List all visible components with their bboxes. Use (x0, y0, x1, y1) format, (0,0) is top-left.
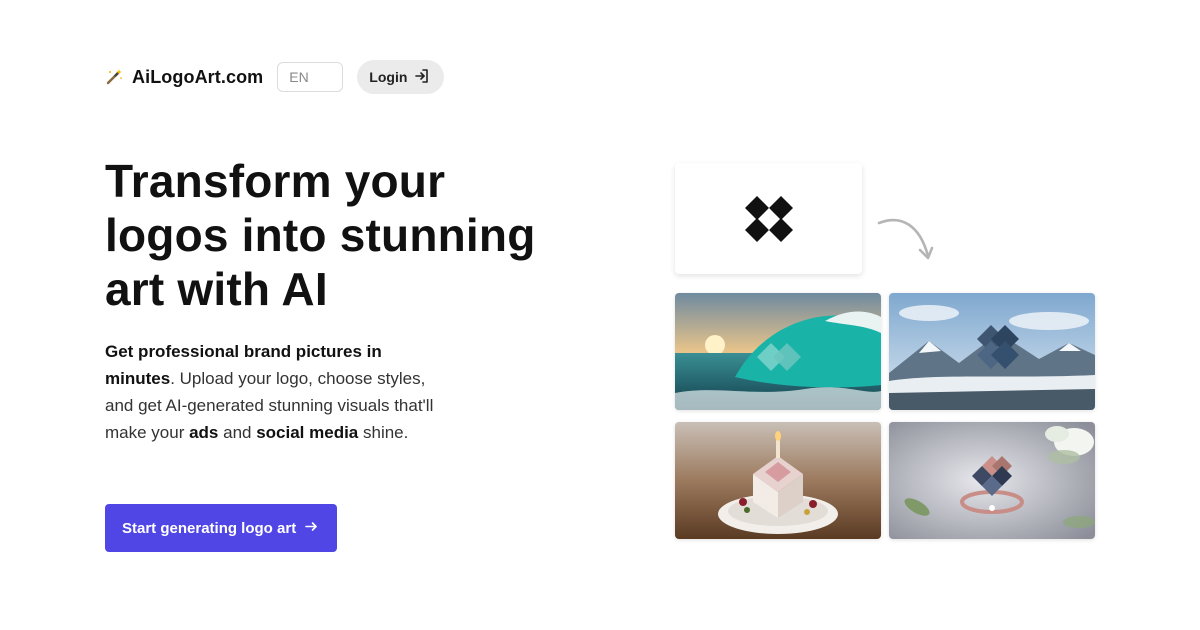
example-ocean-wave-art (675, 293, 881, 410)
curved-arrow-icon (874, 214, 936, 269)
hero-headline: Transform your logos into stunning art w… (105, 155, 536, 315)
language-select[interactable]: EN (277, 62, 344, 92)
original-logo-card (675, 163, 862, 274)
header: AiLogoArt.com EN Login (105, 60, 445, 94)
example-jewelry-ring-art (889, 422, 1095, 539)
desc-part: ads (189, 423, 219, 442)
hero-description: Get professional brand pictures in minut… (105, 338, 435, 446)
sample-logo (744, 195, 793, 242)
magic-wand-icon (105, 68, 123, 86)
brand[interactable]: AiLogoArt.com (105, 67, 263, 88)
start-generating-button[interactable]: Start generating logo art (105, 504, 338, 552)
brand-name: AiLogoArt.com (132, 66, 264, 87)
desc-part: and (218, 423, 257, 442)
example-dessert-cake-art (675, 422, 881, 539)
login-label: Login (369, 69, 408, 85)
desc-part: social media (256, 423, 359, 442)
login-button[interactable]: Login (357, 60, 445, 94)
arrow-right-icon (296, 519, 319, 538)
desc-part: shine. (358, 423, 409, 442)
cta-label: Start generating logo art (122, 519, 297, 537)
login-arrow-icon (407, 68, 430, 87)
example-snowy-mountain-art (889, 293, 1095, 410)
